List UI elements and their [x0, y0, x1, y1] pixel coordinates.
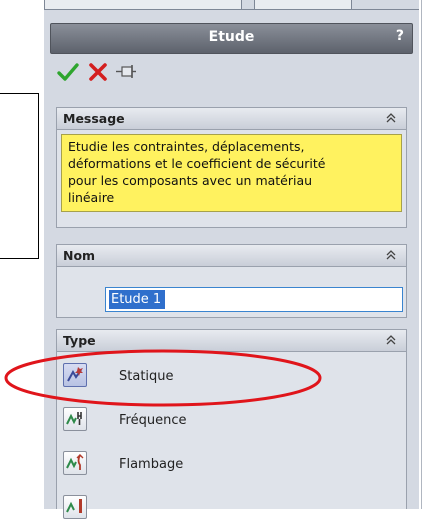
name-group-header[interactable]: Nom: [57, 245, 406, 267]
tab-area-1[interactable]: [44, 0, 242, 9]
collapse-icon[interactable]: [384, 111, 398, 125]
type-group-header[interactable]: Type: [57, 330, 406, 352]
message-group-header[interactable]: Message: [57, 108, 406, 130]
buckling-study-icon: [63, 451, 87, 475]
check-icon: [57, 63, 79, 81]
pushpin-icon: [116, 65, 136, 78]
message-line: Etudie les contraintes, déplacements,: [68, 139, 305, 154]
cancel-button[interactable]: [86, 60, 110, 84]
static-study-icon: [63, 363, 87, 387]
type-option-static[interactable]: Statique: [57, 361, 397, 393]
message-group-title: Message: [63, 111, 125, 126]
collapse-icon[interactable]: [384, 333, 398, 347]
toolbar: [54, 60, 174, 86]
type-option-frequency[interactable]: Fréquence: [57, 405, 397, 437]
type-option-label: Fréquence: [119, 413, 187, 428]
message-line: déformations et le coefficient de sécuri…: [68, 156, 326, 171]
type-option-partial[interactable]: [57, 493, 397, 525]
panel-edge-line: [421, 0, 422, 509]
title-bar: Etude ?: [50, 23, 413, 54]
type-option-label: Statique: [119, 369, 174, 384]
name-group: Nom: [56, 244, 407, 318]
left-frame: [0, 93, 39, 259]
top-tabs: [44, 0, 419, 10]
type-group: Type Statique Fréquence Flambage: [56, 329, 407, 519]
name-group-title: Nom: [63, 248, 96, 263]
pin-button[interactable]: [114, 60, 138, 84]
collapse-icon[interactable]: [384, 248, 398, 262]
page-title: Etude: [208, 29, 255, 45]
message-line: pour les composants avec un matériau: [68, 173, 313, 188]
type-option-label: Flambage: [119, 457, 184, 472]
message-line: linéaire: [68, 190, 115, 205]
type-group-title: Type: [63, 333, 96, 348]
thermal-study-icon: [63, 495, 87, 519]
study-name-field[interactable]: [105, 287, 403, 312]
help-button[interactable]: ?: [396, 28, 404, 44]
ok-button[interactable]: [56, 60, 80, 84]
message-text: Etudie les contraintes, déplacements, dé…: [61, 134, 402, 212]
frequency-study-icon: [63, 407, 87, 431]
study-name-input[interactable]: [109, 290, 373, 309]
type-option-buckling[interactable]: Flambage: [57, 449, 397, 481]
close-icon: [89, 63, 107, 81]
property-manager-panel: Etude ? Message Etudie les contraintes, …: [44, 0, 419, 519]
message-group: Message Etudie les contraintes, déplacem…: [56, 107, 407, 228]
tab-area-2[interactable]: [254, 0, 352, 9]
